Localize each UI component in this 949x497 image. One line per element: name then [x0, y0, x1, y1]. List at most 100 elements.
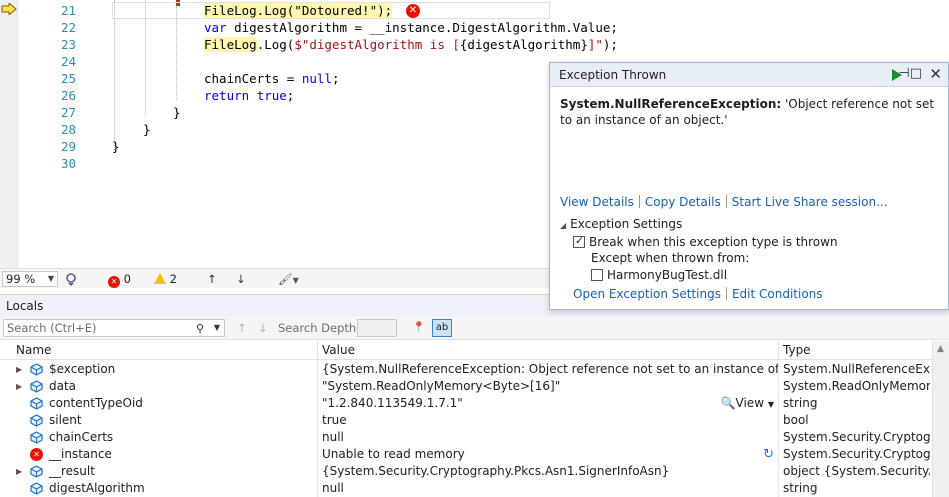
copy-details-link[interactable]: Copy Details	[645, 195, 721, 209]
line-number: 22	[60, 20, 76, 35]
search-next-arrow-icon[interactable]: ↓	[258, 321, 268, 335]
next-issue-arrow-icon[interactable]: ↓	[236, 272, 246, 287]
column-value[interactable]: Value	[318, 341, 779, 360]
locals-column-header: Name Value Type	[0, 341, 949, 360]
checkbox-unchecked[interactable]	[591, 269, 603, 281]
line-number: 25	[60, 71, 76, 86]
error-icon[interactable]: ✕	[406, 4, 420, 18]
chevron-down-icon: ▼	[47, 274, 54, 283]
expand-arrow-icon[interactable]: ▶	[16, 463, 22, 480]
code-line-21[interactable]: FileLog.Log("Dotoured!");	[204, 2, 393, 19]
intellicode-icon[interactable]	[64, 272, 78, 287]
variable-value[interactable]: null	[318, 429, 779, 446]
collapse-triangle-icon: ◢	[560, 221, 567, 230]
search-icon[interactable]: ⚲	[196, 321, 204, 337]
open-exception-settings-link[interactable]: Open Exception Settings	[573, 287, 721, 301]
previous-issue-arrow-icon[interactable]: ↑	[207, 272, 217, 287]
variable-value[interactable]: "1.2.840.113549.1.7.1" 🔍View ▼	[318, 395, 779, 412]
field-object-icon	[30, 482, 43, 495]
warning-count: 2	[169, 272, 177, 286]
error-count: 0	[123, 272, 131, 286]
break-when-thrown-checkbox[interactable]: Break when this exception type is thrown	[573, 234, 838, 249]
table-row[interactable]: chainCerts null System.Security.Cryptogr…	[0, 429, 930, 446]
locals-search-input[interactable]: Search (Ctrl+E) ⚲ ▼	[3, 319, 225, 337]
line-number: 26	[60, 88, 76, 103]
search-placeholder: Search (Ctrl+E)	[7, 321, 97, 335]
hex-display-toggle-icon[interactable]: ab	[432, 319, 452, 337]
code-line-28[interactable]: }	[143, 121, 151, 138]
close-icon[interactable]: ✕	[929, 65, 942, 83]
table-row[interactable]: ▶ data "System.ReadOnlyMemory<Byte>[16]"…	[0, 378, 930, 395]
view-details-link[interactable]: View Details	[560, 195, 634, 209]
chevron-down-icon[interactable]: ▼	[214, 320, 220, 336]
table-row[interactable]: contentTypeOid "1.2.840.113549.1.7.1" 🔍V…	[0, 395, 930, 412]
field-object-icon	[30, 465, 43, 478]
pin-filter-icon[interactable]: 📍	[409, 319, 429, 337]
table-row[interactable]: ✕ __instance Unable to read memory ↻ Sys…	[0, 446, 930, 463]
view-visualizer-button[interactable]: 🔍View ▼	[716, 395, 774, 412]
errors-indicator[interactable]: ✕ 0	[108, 272, 131, 288]
variable-name: __instance	[49, 447, 112, 461]
line-number: 29	[60, 139, 76, 154]
column-name[interactable]: Name	[12, 341, 318, 360]
error-icon: ✕	[30, 448, 43, 461]
break-label: Break when this exception type is thrown	[589, 235, 838, 249]
warnings-indicator[interactable]: 2	[154, 272, 177, 287]
glyph-margin[interactable]	[0, 0, 18, 268]
variable-name: data	[49, 379, 77, 393]
code-line-22[interactable]: var digestAlgorithm = __instance.DigestA…	[204, 19, 618, 36]
table-row[interactable]: ▶ __result {System.Security.Cryptography…	[0, 463, 930, 480]
exception-popup-title: Exception Thrown	[559, 68, 667, 82]
variable-value[interactable]: true	[318, 412, 779, 429]
zoom-level: 99 %	[6, 272, 36, 286]
line-number: 21	[60, 3, 76, 18]
code-line-26[interactable]: return true;	[204, 87, 294, 104]
checkbox-checked[interactable]	[573, 234, 585, 248]
dock-pin-icon[interactable]: ⊣□	[898, 66, 922, 81]
exception-settings-links: Open Exception Settings Edit Conditions	[573, 287, 823, 301]
variable-name: $exception	[49, 362, 116, 376]
variable-type: string	[783, 396, 818, 410]
variable-name: contentTypeOid	[49, 396, 143, 410]
refresh-icon[interactable]: ↻	[763, 446, 774, 463]
variable-type: bool	[783, 413, 809, 427]
exception-helper-popup: Exception Thrown ⊣□ ✕ System.NullReferen…	[549, 62, 949, 310]
variable-type: System.ReadOnlyMemory...	[783, 379, 930, 393]
expand-arrow-icon[interactable]: ▶	[16, 361, 22, 378]
field-object-icon	[30, 414, 43, 427]
variable-value[interactable]: Unable to read memory ↻	[318, 446, 779, 463]
column-type[interactable]: Type	[779, 341, 930, 360]
current-statement-arrow-icon	[1, 3, 17, 15]
exception-popup-titlebar: Exception Thrown	[550, 63, 948, 87]
code-cleanup-brush-icon[interactable]: 🖌▼	[278, 272, 299, 287]
search-depth-label: Search Depth:	[278, 321, 361, 335]
search-previous-arrow-icon[interactable]: ↑	[237, 321, 247, 335]
table-row[interactable]: silent true bool	[0, 412, 930, 429]
module-exclusion-checkbox[interactable]: HarmonyBugTest.dll	[591, 268, 727, 282]
exception-settings-expander[interactable]: ◢ Exception Settings	[560, 217, 682, 231]
exception-settings-label: Exception Settings	[570, 217, 683, 231]
variable-name: digestAlgorithm	[49, 481, 145, 495]
code-line-27[interactable]: }	[173, 104, 181, 121]
code-line-29[interactable]: }	[112, 138, 120, 155]
line-number: 23	[60, 37, 76, 52]
edit-conditions-link[interactable]: Edit Conditions	[732, 287, 823, 301]
table-row[interactable]: digestAlgorithm null string	[0, 480, 930, 497]
field-object-icon	[30, 380, 43, 393]
scroll-up-arrow-icon[interactable]: ▲	[937, 344, 944, 354]
field-object-icon	[30, 397, 43, 410]
live-share-link[interactable]: Start Live Share session...	[732, 195, 888, 209]
variable-value[interactable]: null	[318, 480, 779, 497]
zoom-dropdown[interactable]: 99 % ▼	[2, 271, 58, 287]
code-line-25[interactable]: chainCerts = null;	[204, 70, 339, 87]
search-depth-dropdown[interactable]	[357, 319, 397, 337]
variable-value[interactable]: {System.Security.Cryptography.Pkcs.Asn1.…	[318, 463, 779, 480]
code-line-23[interactable]: FileLog.Log($"digestAlgorithm is [{diges…	[204, 36, 618, 53]
expand-arrow-icon[interactable]: ▶	[16, 378, 22, 395]
variable-value[interactable]: "System.ReadOnlyMemory<Byte>[16]"	[318, 378, 779, 395]
module-label: HarmonyBugTest.dll	[607, 268, 728, 282]
locals-vertical-scrollbar[interactable]: ▲	[932, 341, 949, 497]
variable-type: string	[783, 481, 818, 495]
variable-value[interactable]: {System.NullReferenceException: Object r…	[318, 361, 779, 378]
table-row[interactable]: ▶ $exception {System.NullReferenceExcept…	[0, 361, 930, 378]
